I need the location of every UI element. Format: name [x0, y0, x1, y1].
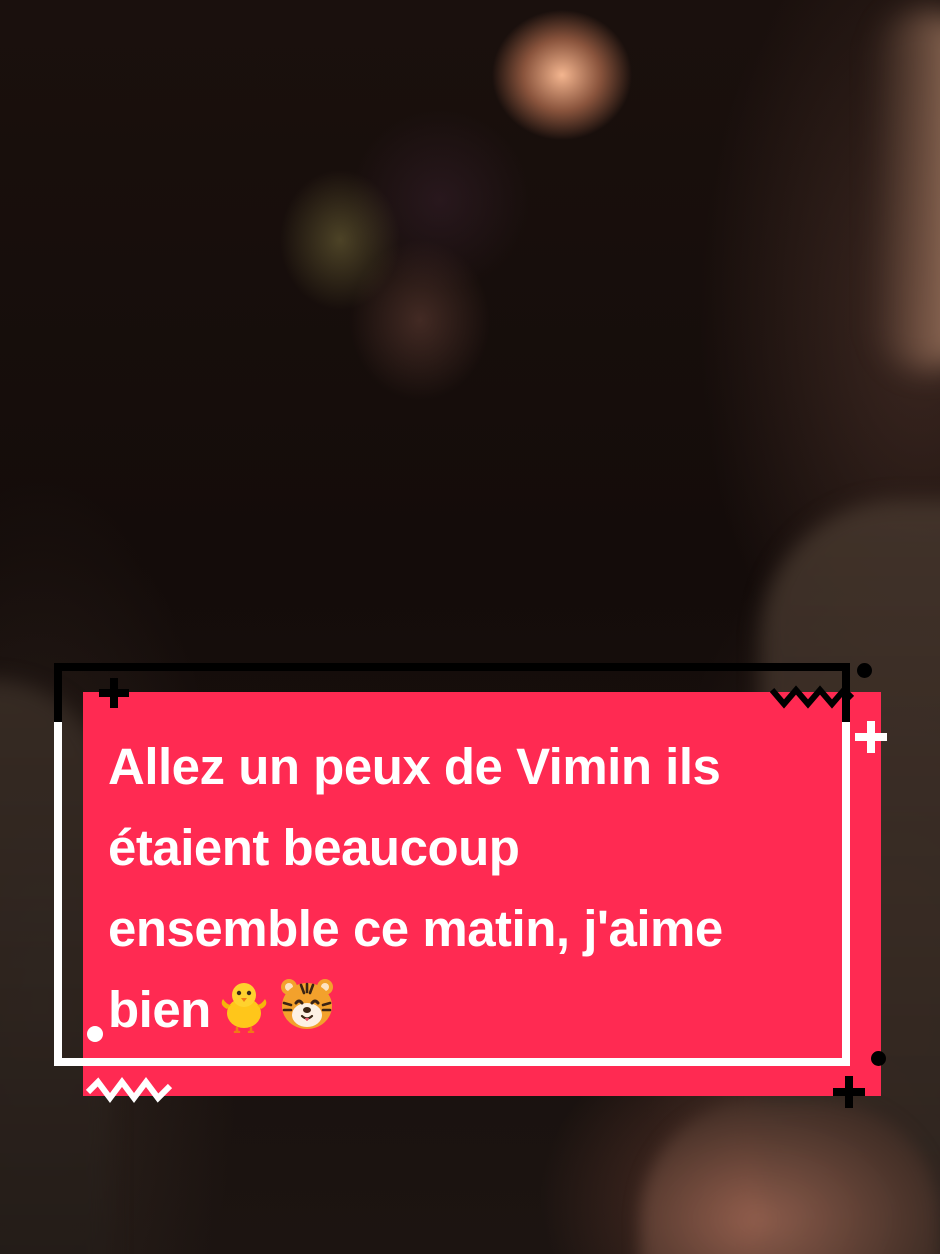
dot-icon [871, 1051, 886, 1066]
caption-frame-top [54, 663, 850, 723]
tiger-face-emoji [277, 975, 337, 1056]
plus-icon [99, 678, 129, 708]
caption-line: ensemble ce matin, j'aime [108, 900, 723, 957]
zigzag-icon [770, 685, 854, 709]
video-frame: Allez un peux de Vimin ils étaient beauc… [0, 0, 940, 1254]
caption-line-last: bien [108, 969, 828, 1056]
caption-line: Allez un peux de Vimin ils [108, 738, 721, 795]
dot-icon [857, 663, 872, 678]
plus-icon [833, 1076, 865, 1108]
chick-emoji [215, 975, 273, 1056]
plus-icon [855, 721, 887, 753]
dot-icon [87, 1026, 103, 1042]
person-right-edge [870, 10, 940, 370]
caption-line-text: bien [108, 981, 211, 1038]
zigzag-icon [86, 1077, 173, 1103]
caption-line: étaient beaucoup [108, 819, 520, 876]
caption-text: Allez un peux de Vimin ils étaient beauc… [108, 726, 828, 1056]
